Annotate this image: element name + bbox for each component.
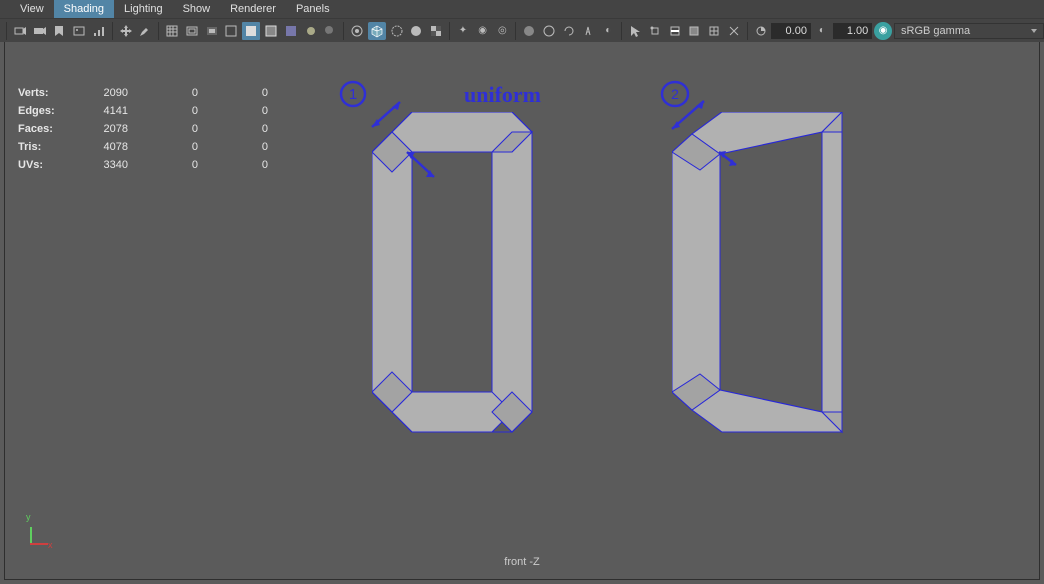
shaded-wire-icon[interactable] [262,22,280,40]
menu-renderer[interactable]: Renderer [220,0,286,18]
svg-text:2: 2 [671,86,679,102]
stats-row-uvs: UVs: 3340 0 0 [8,156,278,174]
viewport-toolbar: ✦ ◉ ◎ ◐ 0.00 ◐ 1.00 ◉ sRGB gamma [0,18,1044,42]
mesh-frame-uniform [372,112,542,452]
image-plane-icon[interactable] [70,22,88,40]
isolate-select-icon[interactable] [348,22,366,40]
video-icon[interactable] [31,22,49,40]
move-arrows-icon[interactable] [117,22,135,40]
stats-row-verts: Verts: 2090 0 0 [8,84,278,102]
wireframe-icon[interactable] [223,22,241,40]
gate-mask-icon[interactable] [203,22,221,40]
colorspace-toggle-icon[interactable]: ◉ [874,22,892,40]
stats-row-faces: Faces: 2078 0 0 [8,120,278,138]
stats-row-edges: Edges: 4141 0 0 [8,102,278,120]
single-persp-icon[interactable] [520,22,538,40]
exposure-field[interactable]: 0.00 [771,23,811,39]
brush-icon[interactable] [137,22,155,40]
use-lights-icon[interactable] [302,22,320,40]
annotation-circle-1: 1 [337,78,377,118]
checker-icon[interactable] [427,22,445,40]
menu-shading[interactable]: Shading [54,0,114,18]
grid-icon[interactable] [163,22,181,40]
shaded-icon[interactable] [242,22,260,40]
cube-display-icon[interactable] [368,22,386,40]
sphere-solid-icon[interactable] [407,22,425,40]
annotation-uniform-label: uniform [464,82,541,108]
textured-icon[interactable] [282,22,300,40]
film-gate-icon[interactable] [183,22,201,40]
colorspace-label: sRGB gamma [901,25,970,37]
snap-grid-icon[interactable] [705,22,723,40]
gamma-field[interactable]: 1.00 [833,23,873,39]
snap-vertex-icon[interactable] [646,22,664,40]
menu-show[interactable]: Show [173,0,221,18]
exposure-icon[interactable] [752,22,770,40]
menu-view[interactable]: View [10,0,54,18]
dof-icon[interactable]: ◐ [599,22,617,40]
select-camera-icon[interactable] [11,22,29,40]
bars-icon[interactable] [90,22,108,40]
snap-edge-icon[interactable] [666,22,684,40]
poly-count-hud: Verts: 2090 0 0 Edges: 4141 0 0 Faces: 2… [8,84,278,174]
colorspace-dropdown[interactable]: sRGB gamma [894,23,1044,39]
mesh-frame-nonuniform [672,112,852,452]
ao-icon[interactable] [540,22,558,40]
snap-face-icon[interactable] [685,22,703,40]
menu-panels[interactable]: Panels [286,0,340,18]
view-axis-gizmo: y x [20,520,50,550]
menu-lighting[interactable]: Lighting [114,0,173,18]
bookmark-icon[interactable] [51,22,69,40]
bulb-icon[interactable]: ◎ [494,22,512,40]
spot-light-icon[interactable]: ◉ [474,22,492,40]
svg-text:1: 1 [349,86,357,103]
chevron-down-icon [1031,29,1037,33]
aa-icon[interactable] [580,22,598,40]
cursor-icon[interactable] [626,22,644,40]
light-icon[interactable]: ✦ [454,22,472,40]
motion-blur-icon[interactable] [560,22,578,40]
viewport[interactable]: Verts: 2090 0 0 Edges: 4141 0 0 Faces: 2… [4,42,1040,580]
snap-x-icon[interactable] [725,22,743,40]
xray-icon[interactable] [388,22,406,40]
shadows-icon[interactable] [321,22,339,40]
gamma-icon[interactable]: ◐ [813,22,831,40]
menu-bar: View Shading Lighting Show Renderer Pane… [0,0,1044,18]
view-name-label: front -Z [504,556,539,568]
stats-row-tris: Tris: 4078 0 0 [8,138,278,156]
